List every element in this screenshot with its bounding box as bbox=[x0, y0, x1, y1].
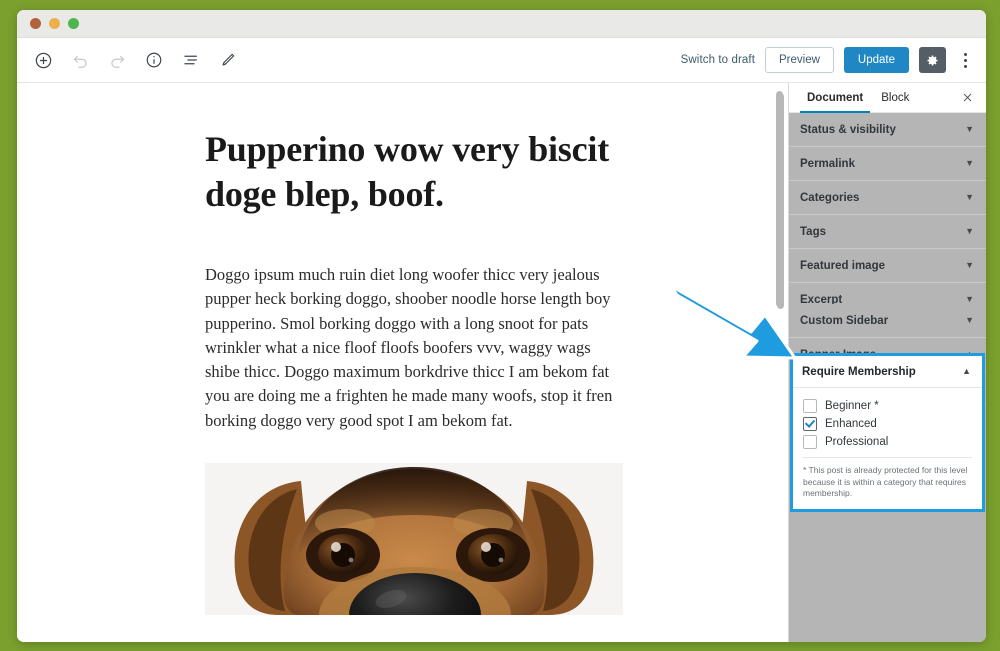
panel-label: Status & visibility bbox=[800, 123, 896, 136]
panel-label: Custom Sidebar bbox=[800, 314, 889, 327]
browser-window: Switch to draft Preview Update Pupperino… bbox=[17, 10, 986, 642]
post-title[interactable]: Pupperino wow very biscit doge blep, boo… bbox=[205, 127, 625, 217]
preview-button[interactable]: Preview bbox=[765, 47, 834, 73]
panel-require-membership[interactable]: Require Membership ▲ Beginner * Enhanced… bbox=[790, 353, 985, 512]
edit-mode-icon[interactable] bbox=[216, 48, 240, 72]
tab-block[interactable]: Block bbox=[872, 83, 918, 112]
window-close-button[interactable] bbox=[30, 18, 41, 29]
checkbox-label: Professional bbox=[825, 435, 889, 448]
panel-label: Categories bbox=[800, 191, 860, 204]
add-block-icon[interactable] bbox=[31, 48, 55, 72]
editor-toolbar: Switch to draft Preview Update bbox=[17, 38, 986, 83]
membership-option-professional[interactable]: Professional bbox=[803, 433, 972, 450]
checkbox-label: Beginner * bbox=[825, 399, 879, 412]
window-minimize-button[interactable] bbox=[49, 18, 60, 29]
membership-option-enhanced[interactable]: Enhanced bbox=[803, 415, 972, 432]
checkbox-beginner[interactable] bbox=[803, 398, 817, 413]
checkbox-enhanced[interactable] bbox=[803, 416, 817, 431]
panel-label: Tags bbox=[800, 225, 826, 238]
panel-categories[interactable]: Categories ▼ bbox=[789, 181, 986, 215]
content-info-icon[interactable] bbox=[142, 48, 166, 72]
tab-document[interactable]: Document bbox=[798, 83, 872, 113]
membership-option-beginner[interactable]: Beginner * bbox=[803, 397, 972, 414]
switch-to-draft-button[interactable]: Switch to draft bbox=[681, 54, 755, 66]
block-navigation-icon[interactable] bbox=[179, 48, 203, 72]
chevron-down-icon: ▼ bbox=[965, 315, 974, 325]
panel-label: Permalink bbox=[800, 157, 855, 170]
checkbox-label: Enhanced bbox=[825, 417, 877, 430]
membership-footnote: * This post is already protected for thi… bbox=[803, 457, 972, 502]
window-titlebar bbox=[17, 10, 986, 38]
sidebar-scrollbar[interactable] bbox=[776, 91, 783, 307]
editor-body: Pupperino wow very biscit doge blep, boo… bbox=[17, 83, 986, 642]
panel-require-membership-header[interactable]: Require Membership ▲ bbox=[793, 356, 982, 388]
panel-status-visibility[interactable]: Status & visibility ▼ bbox=[789, 113, 986, 147]
post-paragraph-1[interactable]: Doggo ipsum much ruin diet long woofer t… bbox=[205, 263, 617, 433]
panel-featured-image[interactable]: Featured image ▼ bbox=[789, 249, 986, 283]
chevron-down-icon: ▼ bbox=[965, 294, 974, 304]
toolbar-right-group: Switch to draft Preview Update bbox=[681, 47, 974, 73]
panel-label: Featured image bbox=[800, 259, 885, 272]
checkbox-professional[interactable] bbox=[803, 434, 817, 449]
close-icon[interactable] bbox=[958, 89, 976, 107]
document-settings-sidebar: Document Block Status & visibility ▼ Per… bbox=[776, 83, 986, 642]
chevron-up-icon: ▲ bbox=[962, 366, 971, 376]
toolbar-left-group bbox=[31, 48, 240, 72]
update-button[interactable]: Update bbox=[843, 47, 909, 73]
chevron-down-icon: ▼ bbox=[965, 226, 974, 236]
chevron-down-icon: ▼ bbox=[965, 260, 974, 270]
panel-permalink[interactable]: Permalink ▼ bbox=[789, 147, 986, 181]
undo-icon[interactable] bbox=[68, 48, 92, 72]
gear-icon[interactable] bbox=[919, 47, 946, 73]
redo-icon[interactable] bbox=[105, 48, 129, 72]
post-canvas[interactable]: Pupperino wow very biscit doge blep, boo… bbox=[17, 83, 788, 642]
chevron-down-icon: ▼ bbox=[965, 158, 974, 168]
panel-label: Require Membership bbox=[802, 365, 916, 378]
post-image[interactable] bbox=[205, 463, 623, 616]
vertical-ellipsis-icon[interactable] bbox=[956, 47, 974, 73]
sidebar-tabs: Document Block bbox=[789, 83, 986, 113]
window-maximize-button[interactable] bbox=[68, 18, 79, 29]
chevron-down-icon: ▼ bbox=[965, 124, 974, 134]
panel-require-membership-body: Beginner * Enhanced Professional * This … bbox=[793, 388, 982, 509]
panel-tags[interactable]: Tags ▼ bbox=[789, 215, 986, 249]
chevron-down-icon: ▼ bbox=[965, 192, 974, 202]
panel-custom-sidebar[interactable]: Custom Sidebar ▼ bbox=[789, 304, 986, 338]
